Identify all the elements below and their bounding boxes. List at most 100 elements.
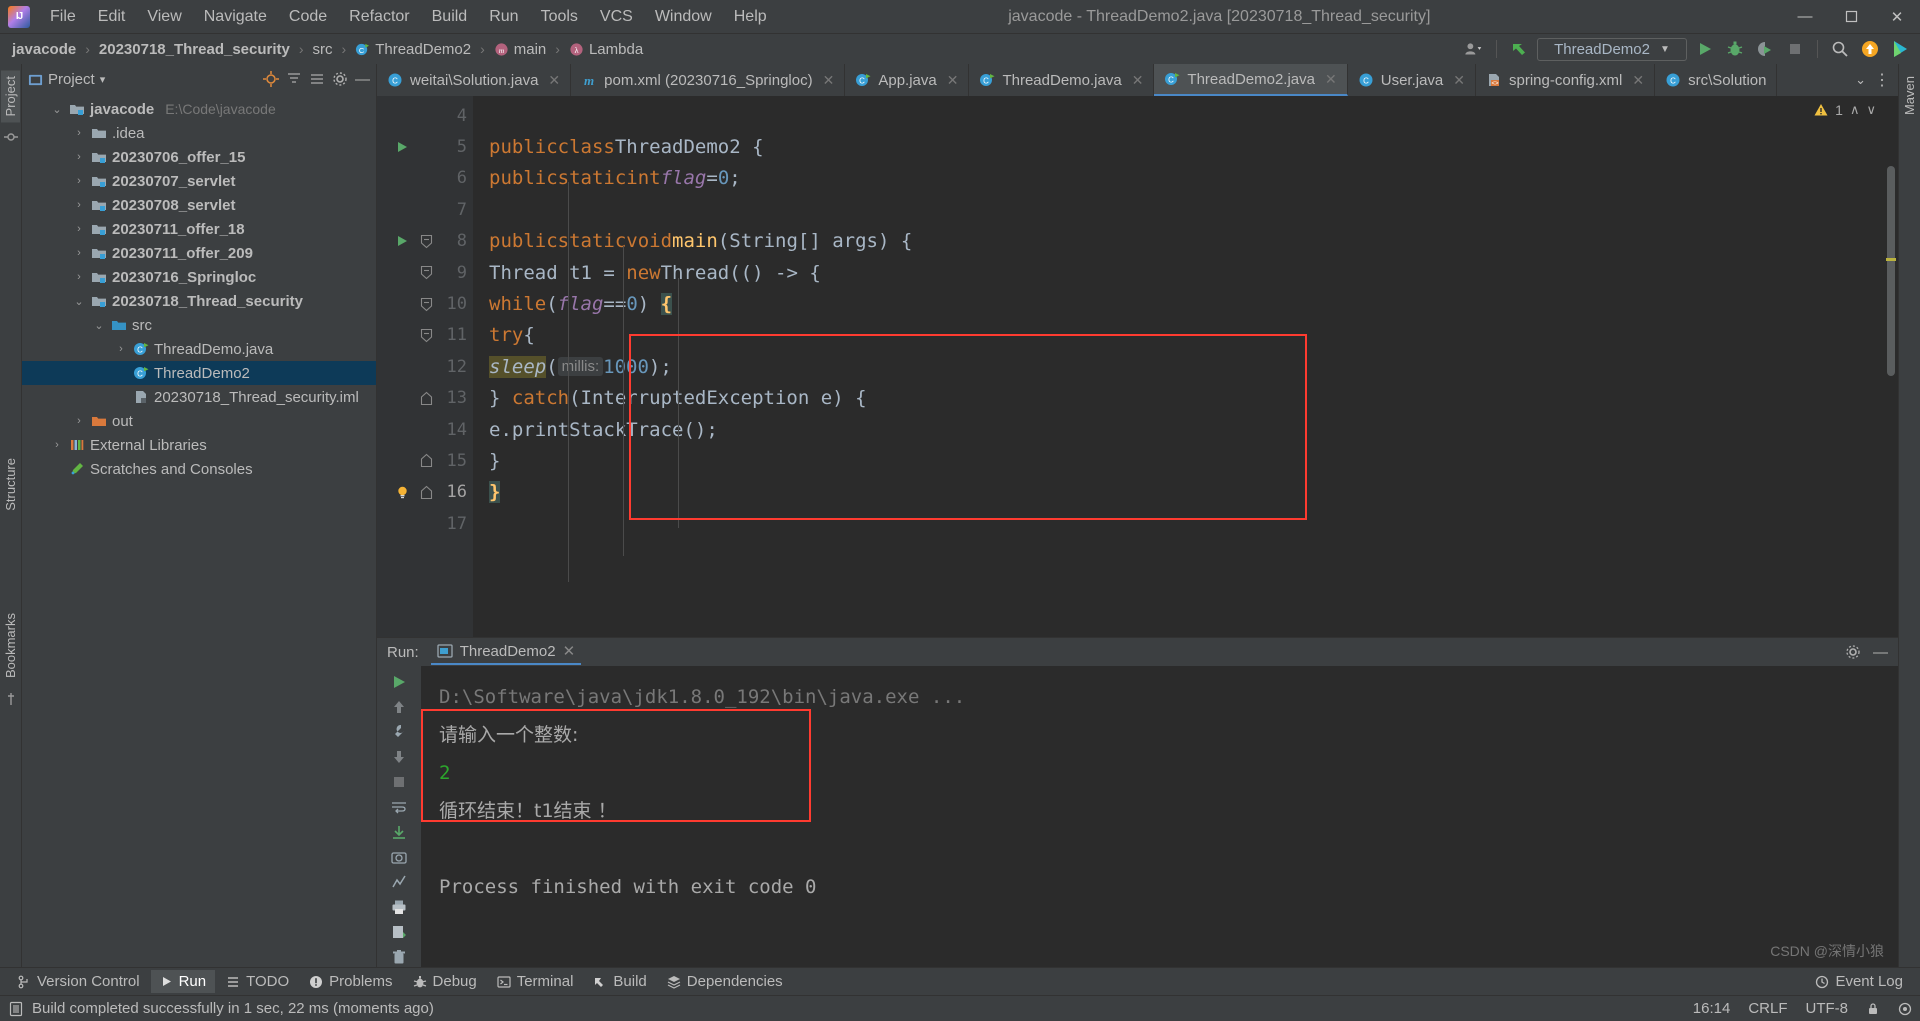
tree-node-javacode[interactable]: ⌄ javacode E:\Code\javacode — [22, 97, 376, 121]
breadcrumb-method[interactable]: m main — [490, 39, 551, 60]
line-separator[interactable]: CRLF — [1748, 1000, 1787, 1017]
search-icon[interactable] — [1828, 37, 1852, 61]
intention-bulb-icon[interactable] — [391, 485, 413, 500]
menu-help[interactable]: Help — [724, 5, 777, 29]
breadcrumb-lambda[interactable]: λ Lambda — [565, 39, 647, 60]
tool-button-debug[interactable]: Debug — [404, 970, 486, 993]
sidebar-item-project[interactable]: Project — [1, 70, 20, 123]
chevron-icon[interactable]: › — [72, 247, 86, 259]
rerun-icon[interactable] — [384, 672, 414, 693]
file-encoding[interactable]: UTF-8 — [1806, 1000, 1849, 1017]
fold-up-icon[interactable] — [413, 485, 439, 500]
sidebar-item-bookmarks[interactable]: Bookmarks — [1, 607, 20, 684]
menu-refactor[interactable]: Refactor — [339, 5, 419, 29]
gear-icon[interactable] — [1845, 644, 1861, 660]
soft-wrap-icon[interactable] — [384, 797, 414, 818]
run-with-coverage-icon[interactable] — [1753, 37, 1777, 61]
fold-up-icon[interactable] — [413, 391, 439, 406]
tool-button-build[interactable]: Build — [584, 970, 655, 993]
tree-node-threaddemo-java[interactable]: › C ThreadDemo.java — [22, 337, 376, 361]
close-icon[interactable]: ✕ — [947, 72, 959, 89]
tree-node-src[interactable]: ⌄ src — [22, 313, 376, 337]
scroll-to-end-icon[interactable] — [384, 822, 414, 843]
run-configuration-selector[interactable]: ThreadDemo2 ▼ — [1537, 37, 1687, 61]
ide-assistant-icon[interactable] — [1888, 37, 1912, 61]
chevron-icon[interactable]: › — [72, 127, 86, 139]
breadcrumb-module[interactable]: 20230718_Thread_security — [95, 39, 294, 60]
chevron-icon[interactable]: ⌄ — [50, 103, 64, 116]
hide-panel-icon[interactable]: — — [355, 71, 370, 88]
inspection-level-icon[interactable] — [1898, 1002, 1912, 1016]
breadcrumb-src[interactable]: src — [309, 39, 337, 60]
breadcrumb-class[interactable]: C ThreadDemo2 — [351, 39, 475, 60]
export-icon[interactable] — [384, 921, 414, 942]
tree-node-20230716-springloc[interactable]: › 20230716_Springloc — [22, 265, 376, 289]
tree-node-idea[interactable]: › .idea — [22, 121, 376, 145]
tree-node-external-libraries[interactable]: › External Libraries — [22, 433, 376, 457]
close-icon[interactable]: ✕ — [1325, 71, 1337, 88]
breadcrumb-javacode[interactable]: javacode — [8, 39, 80, 60]
locate-file-icon[interactable] — [263, 71, 279, 87]
updates-arrow-icon[interactable] — [1507, 37, 1531, 61]
tab-spring-config-xml[interactable]: <> spring-config.xml ✕ — [1476, 64, 1656, 96]
menu-vcs[interactable]: VCS — [590, 5, 643, 29]
lock-icon[interactable] — [1866, 1002, 1880, 1016]
close-icon[interactable]: ✕ — [1632, 72, 1644, 89]
code-text-area[interactable]: public class ThreadDemo2 { public static… — [473, 96, 1884, 637]
chevron-icon[interactable]: › — [72, 271, 86, 283]
menu-edit[interactable]: Edit — [88, 5, 136, 29]
chevron-down-icon[interactable]: ▾ — [100, 73, 106, 86]
tool-button-todo[interactable]: TODO — [217, 970, 298, 993]
minimize-panel-icon[interactable]: — — [1873, 644, 1888, 661]
menu-window[interactable]: Window — [645, 5, 722, 29]
tab-threaddemo2-java[interactable]: C ThreadDemo2.java ✕ — [1154, 64, 1348, 96]
fold-up-icon[interactable] — [413, 453, 439, 468]
stop-icon[interactable] — [384, 772, 414, 793]
tab-pom-xml[interactable]: m pom.xml (20230716_Springloc) ✕ — [571, 64, 846, 96]
tool-button-version-control[interactable]: Version Control — [8, 970, 149, 993]
trace-icon[interactable] — [384, 871, 414, 892]
tree-node-20230708-servlet[interactable]: › 20230708_servlet — [22, 193, 376, 217]
menu-run[interactable]: Run — [479, 5, 528, 29]
chevron-icon[interactable]: › — [72, 223, 86, 235]
editor-gutter[interactable]: 4 5 6 7 8 9 10 11 12 13 14 15 16 17 — [377, 96, 473, 637]
menu-tools[interactable]: Tools — [531, 5, 588, 29]
scrollbar-thumb[interactable] — [1887, 166, 1895, 376]
tab-more-icon[interactable]: ⋮ — [1874, 70, 1890, 90]
chevron-icon[interactable]: ⌄ — [72, 295, 86, 308]
tree-node-20230711-offer-18[interactable]: › 20230711_offer_18 — [22, 217, 376, 241]
tree-node-out[interactable]: › out — [22, 409, 376, 433]
close-icon[interactable]: ✕ — [823, 72, 835, 89]
expand-all-icon[interactable] — [286, 71, 302, 87]
tree-node-20230707-servlet[interactable]: › 20230707_servlet — [22, 169, 376, 193]
maximize-button[interactable] — [1828, 0, 1874, 34]
sidebar-item-structure[interactable]: Structure — [1, 452, 20, 517]
tool-button-run[interactable]: Run — [150, 970, 216, 993]
menu-code[interactable]: Code — [279, 5, 337, 29]
gear-icon[interactable] — [332, 71, 348, 87]
run-icon[interactable] — [1693, 37, 1717, 61]
tree-node-iml-file[interactable]: 20230718_Thread_security.iml — [22, 385, 376, 409]
run-gutter-icon[interactable] — [391, 234, 413, 248]
collapse-all-icon[interactable] — [309, 71, 325, 87]
user-avatar-icon[interactable] — [1462, 37, 1486, 61]
menu-build[interactable]: Build — [422, 5, 478, 29]
code-editor[interactable]: 4 5 6 7 8 9 10 11 12 13 14 15 16 17 publ… — [377, 96, 1898, 637]
fold-down-icon[interactable] — [413, 297, 439, 312]
fold-down-icon[interactable] — [413, 328, 439, 343]
fold-down-icon[interactable] — [413, 234, 439, 249]
chevron-icon[interactable]: › — [50, 439, 64, 451]
sidebar-item-maven[interactable]: Maven — [1900, 70, 1919, 121]
tree-node-20230718-thread-security[interactable]: ⌄ 20230718_Thread_security — [22, 289, 376, 313]
tab-overflow-icon[interactable]: ⌄ — [1855, 72, 1866, 88]
close-icon[interactable]: ✕ — [548, 72, 560, 89]
tool-button-problems[interactable]: Problems — [300, 970, 401, 993]
tree-node-scratches-and-consoles[interactable]: Scratches and Consoles — [22, 457, 376, 481]
tool-button-event-log[interactable]: Event Log — [1806, 970, 1912, 993]
menu-navigate[interactable]: Navigate — [194, 5, 277, 29]
console-output[interactable]: D:\Software\java\jdk1.8.0_192\bin\java.e… — [421, 666, 1898, 967]
notification-icon[interactable] — [1858, 37, 1882, 61]
editor-scrollbar[interactable] — [1884, 96, 1898, 637]
chevron-icon[interactable]: › — [72, 151, 86, 163]
next-problem-icon[interactable]: ∨ — [1866, 102, 1876, 118]
